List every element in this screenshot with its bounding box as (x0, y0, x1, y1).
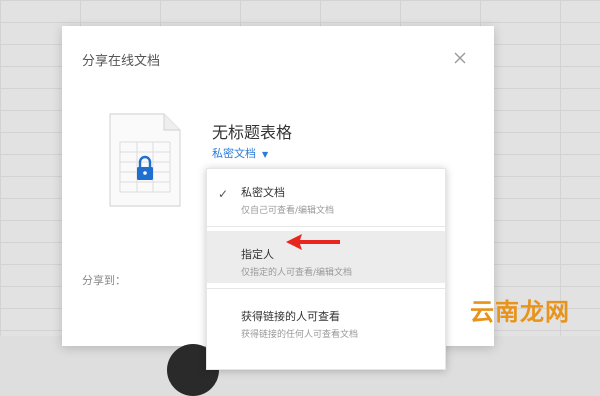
menu-option-private[interactable]: ✓ 私密文档 仅自己可查看/编辑文档 (207, 169, 445, 221)
option-label: 私密文档 (241, 186, 285, 199)
option-description: 仅自己可查看/编辑文档 (241, 206, 335, 216)
document-name: 无标题表格 (212, 123, 293, 142)
privacy-dropdown-toggle[interactable]: 私密文档 ▼ (212, 145, 268, 161)
privacy-selected-label: 私密文档 (212, 147, 256, 160)
divider (207, 226, 445, 227)
share-dialog: 分享在线文档 无标题表格 私密文档 ▼ 分享到： ✓ 私密文档 仅自己可查看/编… (62, 26, 494, 396)
close-icon[interactable] (452, 50, 468, 66)
caret-down-icon: ▼ (262, 150, 269, 159)
divider (207, 288, 445, 289)
spreadsheet-lock-icon (108, 112, 182, 208)
option-description: 仅指定的人可查看/编辑文档 (241, 268, 353, 278)
privacy-options-menu: ✓ 私密文档 仅自己可查看/编辑文档 指定人 仅指定的人可查看/编辑文档 获得链… (206, 168, 446, 370)
red-arrow-annotation (284, 230, 344, 258)
menu-option-link-view[interactable]: 获得链接的人可查看 获得链接的任何人可查看文档 (207, 293, 445, 345)
option-description: 获得链接的任何人可查看文档 (241, 330, 359, 340)
dialog-title: 分享在线文档 (82, 54, 161, 69)
option-label: 指定人 (241, 248, 274, 261)
share-to-label: 分享到： (82, 274, 126, 287)
checkmark-icon: ✓ (218, 187, 229, 201)
watermark-logo: 云南龙网 (470, 297, 570, 326)
option-label: 获得链接的人可查看 (241, 310, 340, 323)
